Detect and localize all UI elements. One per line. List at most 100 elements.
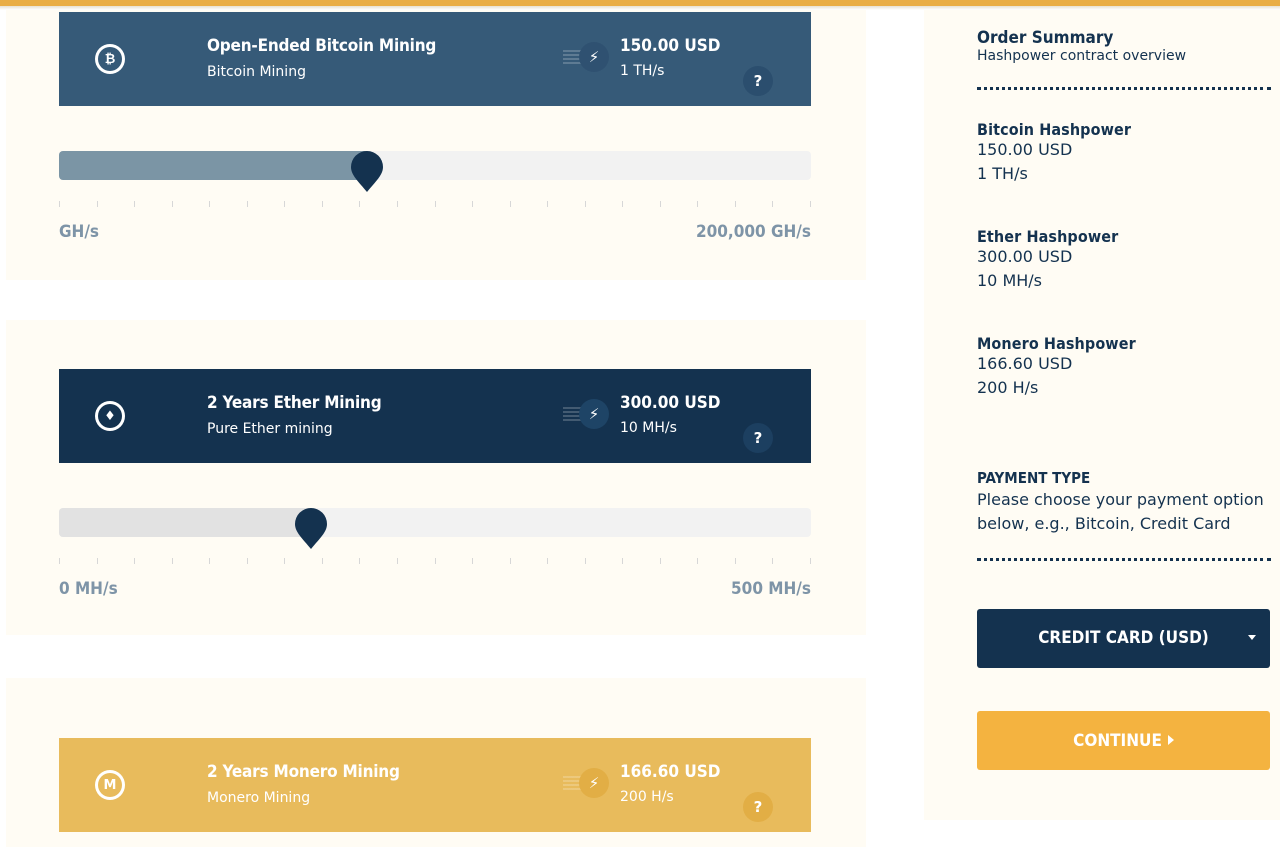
order-summary-subtitle: Hashpower contract overview [977,48,1187,64]
ether-slider-max-label: 500 MH/s [731,579,811,599]
slider-tick [622,201,623,207]
slider-tick [772,558,773,564]
ether-plan-price: 300.00 USD [620,393,721,413]
slider-tick [510,558,511,564]
ether-plan-subtitle: Pure Ether mining [207,421,333,437]
slider-tick [359,558,360,564]
slider-tick [322,201,323,207]
slider-tick [622,558,623,564]
ether-hashpower-slider[interactable] [59,508,811,549]
slider-tick [472,201,473,207]
slider-tick [209,558,210,564]
ether-plan-rate: 10 MH/s [620,420,677,436]
monero-plan-price: 166.60 USD [620,762,721,782]
slider-tick [172,558,173,564]
ether-slider-thumb[interactable] [294,508,328,550]
slider-tick [97,558,98,564]
arrow-right-icon [1167,735,1174,745]
ether-slider-fill [59,508,311,537]
chevron-down-icon [1248,635,1256,640]
bitcoin-slider-thumb[interactable] [350,151,384,193]
bitcoin-icon: ₿ [95,44,125,74]
slider-tick [435,201,436,207]
monero-icon: M [95,770,125,800]
slider-tick [472,558,473,564]
slider-tick [735,201,736,207]
ether-help-button[interactable]: ? [743,423,773,453]
slider-tick [660,201,661,207]
ether-plan-banner: ♦ 2 Years Ether Mining Pure Ether mining… [59,369,811,463]
bitcoin-slider-min-label: GH/s [59,222,100,242]
summary-item-bitcoin-name: Bitcoin Hashpower [977,120,1132,139]
slider-tick [435,558,436,564]
summary-item-monero-name: Monero Hashpower [977,334,1136,353]
bitcoin-hashpower-slider[interactable] [59,151,811,192]
slider-tick [585,201,586,207]
summary-item-ether-price: 300.00 USD [977,247,1073,266]
ether-slider-ticks [59,558,811,564]
slider-tick [772,201,773,207]
bitcoin-plan-title: Open-Ended Bitcoin Mining [207,36,437,56]
ether-plan-title: 2 Years Ether Mining [207,393,382,413]
slider-tick [59,558,60,564]
slider-tick [59,201,60,207]
summary-item-ether-name: Ether Hashpower [977,227,1119,246]
ether-icon: ♦ [95,401,125,431]
summary-item-bitcoin-rate: 1 TH/s [977,164,1028,183]
slider-tick [284,558,285,564]
slider-tick [209,201,210,207]
slider-tick [697,558,698,564]
continue-label: CONTINUE [1073,731,1162,751]
hashpower-bolt-icon: ⚡ [563,768,609,798]
slider-tick [810,558,811,564]
ether-slider-min-label: 0 MH/s [59,579,118,599]
monero-icon-glyph: M [98,773,122,797]
slider-tick [247,201,248,207]
bitcoin-slider-ticks [59,201,811,207]
bitcoin-icon-glyph: ₿ [98,47,122,71]
hashpower-bolt-icon: ⚡ [563,42,609,72]
slider-tick [547,558,548,564]
monero-plan-title: 2 Years Monero Mining [207,762,400,782]
slider-tick [510,201,511,207]
continue-button[interactable]: CONTINUE [977,711,1270,770]
bitcoin-plan-rate: 1 TH/s [620,63,665,79]
slider-tick [247,558,248,564]
ether-icon-glyph: ♦ [98,404,122,428]
summary-divider [977,87,1271,90]
summary-item-ether-rate: 10 MH/s [977,271,1043,290]
payment-type-title: PAYMENT TYPE [977,469,1091,487]
payment-divider [977,558,1271,561]
slider-tick [735,558,736,564]
hashpower-bolt-icon: ⚡ [563,399,609,429]
payment-type-selected: CREDIT CARD (USD) [1038,628,1209,648]
slider-tick [134,201,135,207]
monero-plan-rate: 200 H/s [620,789,674,805]
bitcoin-help-button[interactable]: ? [743,66,773,96]
bitcoin-slider-fill [59,151,367,180]
order-summary-title: Order Summary [977,28,1114,48]
summary-item-monero-price: 166.60 USD [977,354,1073,373]
payment-type-description: Please choose your payment option below,… [977,490,1264,533]
slider-tick [660,558,661,564]
bitcoin-plan-subtitle: Bitcoin Mining [207,64,306,80]
slider-tick [134,558,135,564]
slider-tick [397,558,398,564]
monero-help-button[interactable]: ? [743,792,773,822]
bitcoin-plan-price: 150.00 USD [620,36,721,56]
summary-item-bitcoin-price: 150.00 USD [977,140,1073,159]
slider-tick [284,201,285,207]
bitcoin-slider-max-label: 200,000 GH/s [695,222,811,242]
slider-tick [547,201,548,207]
slider-tick [172,201,173,207]
slider-tick [322,558,323,564]
slider-tick [397,201,398,207]
slider-tick [810,201,811,207]
slider-tick [585,558,586,564]
bitcoin-plan-banner: ₿ Open-Ended Bitcoin Mining Bitcoin Mini… [59,12,811,106]
payment-type-select[interactable]: CREDIT CARD (USD) [977,609,1270,668]
summary-item-monero-rate: 200 H/s [977,378,1039,397]
slider-tick [359,201,360,207]
monero-plan-subtitle: Monero Mining [207,790,311,806]
slider-tick [97,201,98,207]
